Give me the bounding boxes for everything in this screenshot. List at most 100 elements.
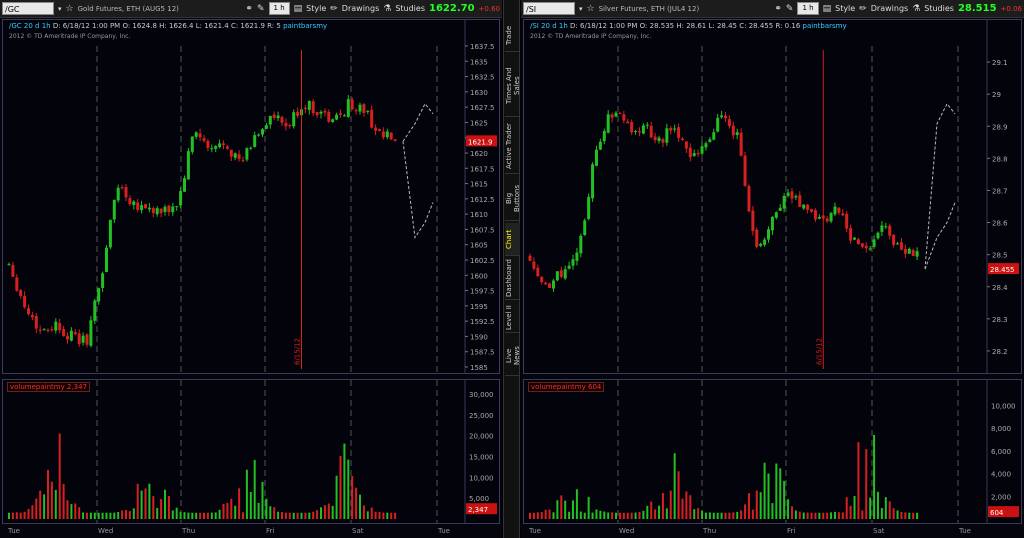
candle-body (225, 146, 229, 149)
volume-bar (564, 500, 567, 519)
volume-bar (105, 512, 108, 519)
volume-marker-label: 604 (990, 509, 1004, 517)
candle-body (622, 114, 626, 121)
candle-body (727, 119, 731, 127)
candle-body (626, 121, 630, 124)
candle-body (85, 334, 89, 345)
candle-body (81, 335, 85, 343)
candle-body (389, 132, 393, 140)
volume-bar (591, 512, 594, 519)
aggregation-selector[interactable]: 1 h (797, 2, 819, 15)
symbol-input[interactable]: /SI (523, 2, 575, 15)
side-tab-times-and-sales[interactable]: Times And Sales (505, 55, 521, 117)
price-subchart[interactable]: 1637.516351632.516301627.516251622.51620… (2, 19, 500, 374)
volume-bar (544, 509, 547, 519)
candle-body (880, 225, 884, 232)
wrench-icon[interactable]: ✎ (786, 4, 794, 14)
study-label[interactable]: paintbarsmy (283, 22, 327, 30)
volume-bar (845, 497, 848, 519)
wrench-icon[interactable]: ✎ (257, 4, 265, 14)
candle-body (790, 191, 794, 199)
candle-body (319, 111, 323, 114)
volume-bar (587, 496, 590, 519)
candle-body (218, 143, 222, 148)
silver-chart-panel: /SI ▾ ☆ Silver Futures, ETH (JUL4 12) ⚭ … (521, 0, 1024, 538)
candle-body (194, 132, 198, 137)
volume-bar (916, 512, 919, 519)
side-tab-chart[interactable]: Chart (505, 223, 520, 256)
price-change: +0.60 (478, 4, 500, 13)
candle-body (528, 255, 532, 261)
side-tab-level-ii[interactable]: Level II (505, 303, 520, 333)
volume-subchart[interactable]: 30,000 25,000 20,000 15,000 10,000 5,000 2,347… (2, 379, 500, 524)
style-button[interactable]: Style (835, 4, 855, 13)
candle-body (575, 252, 579, 261)
candle-body (802, 204, 806, 209)
volume-bar (281, 512, 283, 519)
volume-bar (572, 500, 575, 519)
y-tick-label: 1595 (470, 303, 488, 311)
studies-button[interactable]: Studies (924, 4, 954, 13)
candle-body (794, 196, 798, 198)
candle-body (692, 153, 696, 156)
candle-body (782, 195, 786, 209)
link-icon[interactable]: ⚭ (245, 4, 253, 14)
volume-bar (160, 499, 163, 519)
symbol-dropdown-icon[interactable]: ▾ (579, 5, 583, 13)
candle-body (257, 134, 261, 136)
volume-bar (618, 512, 621, 519)
volume-bar (370, 507, 373, 519)
style-icon: ▤ (293, 3, 303, 14)
volume-bar (716, 512, 719, 519)
volume-bar (822, 512, 825, 519)
bar-high: H: 1626.4 (159, 22, 194, 30)
symbol-period: /GC 20 d 1h (9, 22, 51, 30)
link-icon[interactable]: ⚭ (774, 4, 782, 14)
candle-body (97, 288, 101, 302)
study-label[interactable]: paintbarsmy (803, 22, 847, 30)
candle-body (93, 300, 97, 321)
volume-bar (355, 487, 358, 519)
star-icon[interactable]: ☆ (587, 4, 595, 14)
side-tab-dashboard[interactable]: Dashboard (505, 258, 520, 300)
volume-bar (560, 495, 563, 519)
volume-bar (144, 488, 147, 519)
candle-body (101, 273, 105, 288)
candle-body (747, 185, 751, 212)
symbol-dropdown-icon[interactable]: ▾ (58, 5, 62, 13)
candle-body (860, 243, 864, 247)
volume-subchart[interactable]: 10,000 8,000 6,000 4,000 2,000 604 volumepain… (523, 379, 1022, 524)
day-label: Tue (8, 527, 20, 535)
side-tab-active-trader[interactable]: Active Trader (505, 120, 520, 174)
volume-bar (833, 511, 836, 519)
candle-body (665, 128, 669, 143)
volume-bar (58, 433, 61, 519)
volume-bar (556, 500, 559, 519)
side-tab-trade[interactable]: Trade (505, 20, 520, 52)
volume-bar (179, 511, 182, 519)
y-tick-label: 1587.5 (470, 349, 495, 357)
volume-bar (615, 512, 618, 519)
star-icon[interactable]: ☆ (66, 4, 74, 14)
candle-body (354, 110, 358, 112)
drawings-button[interactable]: Drawings (871, 4, 908, 13)
volume-bar (536, 512, 539, 519)
aggregation-selector[interactable]: 1 h (268, 2, 290, 15)
volume-bar (826, 512, 829, 519)
studies-button[interactable]: Studies (395, 4, 425, 13)
price-subchart[interactable]: 29.1 29 28.9 28.8 28.7 28.6 28.5 28.4 28.3 28.2 6/… (523, 19, 1022, 374)
candle-body (677, 127, 681, 138)
volume-tick-label: 10,000 (991, 402, 1016, 410)
candle-body (841, 213, 845, 216)
style-button[interactable]: Style (306, 4, 326, 13)
side-tab-big-buttons[interactable]: Big Buttons (505, 177, 521, 221)
candle-body (66, 335, 69, 340)
side-tab-live-news[interactable]: Live News (505, 336, 521, 376)
symbol-input[interactable]: /GC (2, 2, 54, 15)
projection-upper (924, 102, 956, 270)
candle-body (598, 141, 602, 150)
volume-bar (712, 512, 715, 519)
drawings-button[interactable]: Drawings (342, 4, 379, 13)
volume-bar (206, 512, 209, 519)
y-tick-label: 1612.5 (470, 196, 495, 204)
